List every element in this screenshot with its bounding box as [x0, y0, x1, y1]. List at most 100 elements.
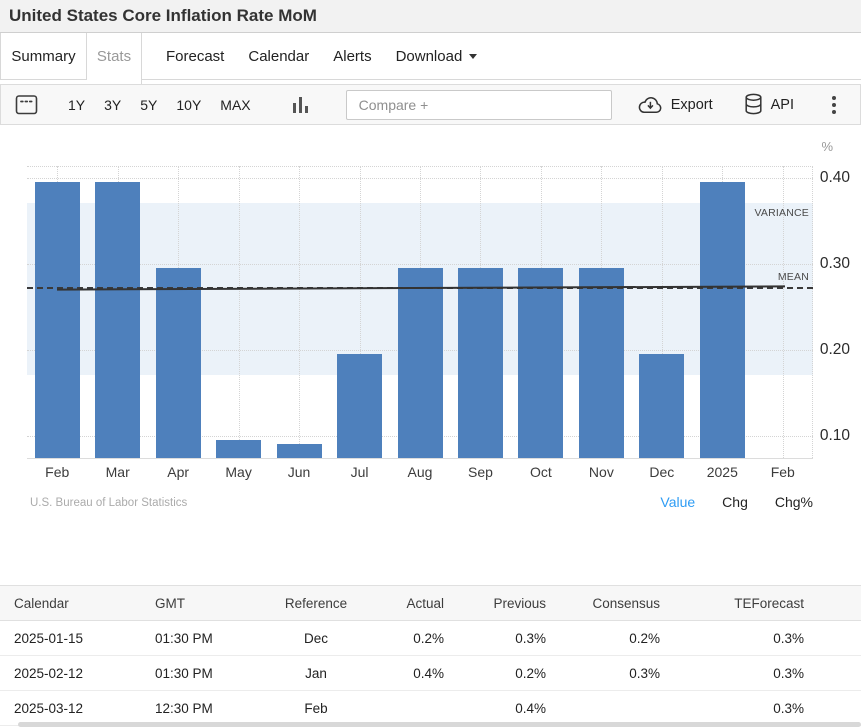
column-header: Previous: [450, 586, 552, 621]
x-axis-label: Feb: [45, 464, 69, 480]
mode-chg[interactable]: Chg: [722, 494, 748, 510]
y-axis-label: 0.30: [806, 255, 850, 273]
x-axis-label: Apr: [167, 464, 189, 480]
table-cell: 0.3%: [666, 621, 810, 656]
y-axis-label: 0.40: [806, 169, 850, 187]
column-header: TEForecast: [666, 586, 810, 621]
chart-bar-mar[interactable]: [95, 182, 140, 458]
table-row[interactable]: 2025-01-1501:30 PMDec0.2%0.3%0.2%0.3%: [0, 621, 861, 656]
table-cell: 0.4%: [370, 656, 450, 691]
chart-bar-oct[interactable]: [518, 268, 563, 458]
kebab-menu-icon[interactable]: [824, 94, 844, 116]
chart-source: U.S. Bureau of Labor Statistics: [30, 497, 187, 509]
table-cell: 12:30 PM: [141, 691, 262, 726]
y-axis-unit: %: [821, 139, 833, 154]
range-1y[interactable]: 1Y: [68, 97, 85, 113]
y-axis-label: 0.10: [806, 427, 850, 445]
calendar-table: CalendarGMTReferenceActualPreviousConsen…: [0, 585, 861, 726]
mode-chg-pct[interactable]: Chg%: [775, 494, 813, 510]
column-header: Calendar: [0, 586, 141, 621]
api-label: API: [771, 97, 794, 113]
chart-bar-sep[interactable]: [458, 268, 503, 458]
tab-alerts[interactable]: Alerts: [321, 33, 383, 80]
x-axis-label: Oct: [530, 464, 552, 480]
chart-bar-aug[interactable]: [398, 268, 443, 458]
range-3y[interactable]: 3Y: [104, 97, 121, 113]
page-title: United States Core Inflation Rate MoM: [0, 0, 861, 33]
chart-bar-apr[interactable]: [156, 268, 201, 458]
database-icon: [743, 93, 764, 116]
toolbar-right-group: Export API: [637, 93, 844, 116]
column-header: Consensus: [552, 586, 666, 621]
table-cell: 0.2%: [552, 621, 666, 656]
x-axis-label: Sep: [468, 464, 493, 480]
x-axis-label: Nov: [589, 464, 614, 480]
x-axis-label: 2025: [707, 464, 738, 480]
calendar-icon: [15, 94, 38, 115]
x-axis-label: Aug: [408, 464, 433, 480]
x-axis-label: Jul: [351, 464, 369, 480]
chart-bar-may[interactable]: [216, 440, 261, 458]
table-cell: [370, 691, 450, 726]
chart-area: % VARIANCE MEAN U.S. Bureau of Labor Stat…: [0, 125, 861, 560]
range-10y[interactable]: 10Y: [176, 97, 201, 113]
table-cell: 0.3%: [666, 656, 810, 691]
x-axis-label: Dec: [649, 464, 674, 480]
compare-input[interactable]: [346, 90, 612, 120]
table-cell: 01:30 PM: [141, 656, 262, 691]
table-cell: 0.2%: [370, 621, 450, 656]
column-header: Reference: [262, 586, 370, 621]
table-cell: 0.3%: [666, 691, 810, 726]
tab-stats[interactable]: Stats: [87, 33, 142, 84]
chart-bar-feb[interactable]: [35, 182, 80, 458]
table-cell: 2025-01-15: [0, 621, 141, 656]
range-max[interactable]: MAX: [220, 97, 250, 113]
chart-plot: VARIANCE MEAN: [27, 166, 813, 459]
chart-bar-nov[interactable]: [579, 268, 624, 458]
y-axis-label: 0.20: [806, 341, 850, 359]
tab-bar: Summary Stats Forecast Calendar Alerts D…: [0, 33, 861, 84]
chart-bar-jul[interactable]: [337, 354, 382, 458]
column-header: Actual: [370, 586, 450, 621]
gridline-right-boundary: [812, 166, 813, 458]
tab-forecast[interactable]: Forecast: [154, 33, 236, 80]
chevron-down-icon: [469, 54, 477, 59]
date-range-button[interactable]: [15, 94, 38, 115]
table-cell: 0.2%: [450, 656, 552, 691]
range-5y[interactable]: 5Y: [140, 97, 157, 113]
table-cell: 2025-02-12: [0, 656, 141, 691]
table-cell: 0.3%: [552, 656, 666, 691]
mean-label: MEAN: [778, 271, 809, 283]
table-row[interactable]: 2025-02-1201:30 PMJan0.4%0.2%0.3%0.3%: [0, 656, 861, 691]
tab-summary[interactable]: Summary: [0, 33, 87, 80]
chart-bar-jun[interactable]: [277, 444, 322, 458]
app-window: United States Core Inflation Rate MoM Su…: [0, 0, 861, 728]
tab-download-label: Download: [396, 48, 463, 65]
table-row[interactable]: 2025-03-1212:30 PMFeb0.4%0.3%: [0, 691, 861, 726]
table-cell: [552, 691, 666, 726]
horizontal-scrollbar-thumb[interactable]: [18, 722, 861, 727]
chart-bar-dec[interactable]: [639, 354, 684, 458]
table-cell: Dec: [262, 621, 370, 656]
bar-chart-icon[interactable]: [293, 97, 308, 113]
chart-mode-switcher: Value Chg Chg%: [660, 494, 813, 510]
tab-calendar[interactable]: Calendar: [236, 33, 321, 80]
chart-bar-2025[interactable]: [700, 182, 745, 458]
mode-value[interactable]: Value: [660, 494, 695, 510]
chart-toolbar: 1Y 3Y 5Y 10Y MAX Export: [0, 84, 861, 125]
x-axis-label: May: [225, 464, 251, 480]
range-selector: 1Y 3Y 5Y 10Y MAX: [68, 97, 251, 113]
gridline-vertical: [239, 166, 240, 458]
export-button[interactable]: Export: [637, 95, 713, 114]
tab-download[interactable]: Download: [384, 33, 490, 80]
api-button[interactable]: API: [743, 93, 794, 116]
table-cell: Feb: [262, 691, 370, 726]
column-header: GMT: [141, 586, 262, 621]
x-axis-label: Feb: [771, 464, 795, 480]
x-axis-label: Jun: [288, 464, 311, 480]
gridline-vertical: [299, 166, 300, 458]
export-label: Export: [671, 97, 713, 113]
variance-label: VARIANCE: [755, 207, 810, 219]
x-axis-label: Mar: [106, 464, 130, 480]
table-cell: 2025-03-12: [0, 691, 141, 726]
